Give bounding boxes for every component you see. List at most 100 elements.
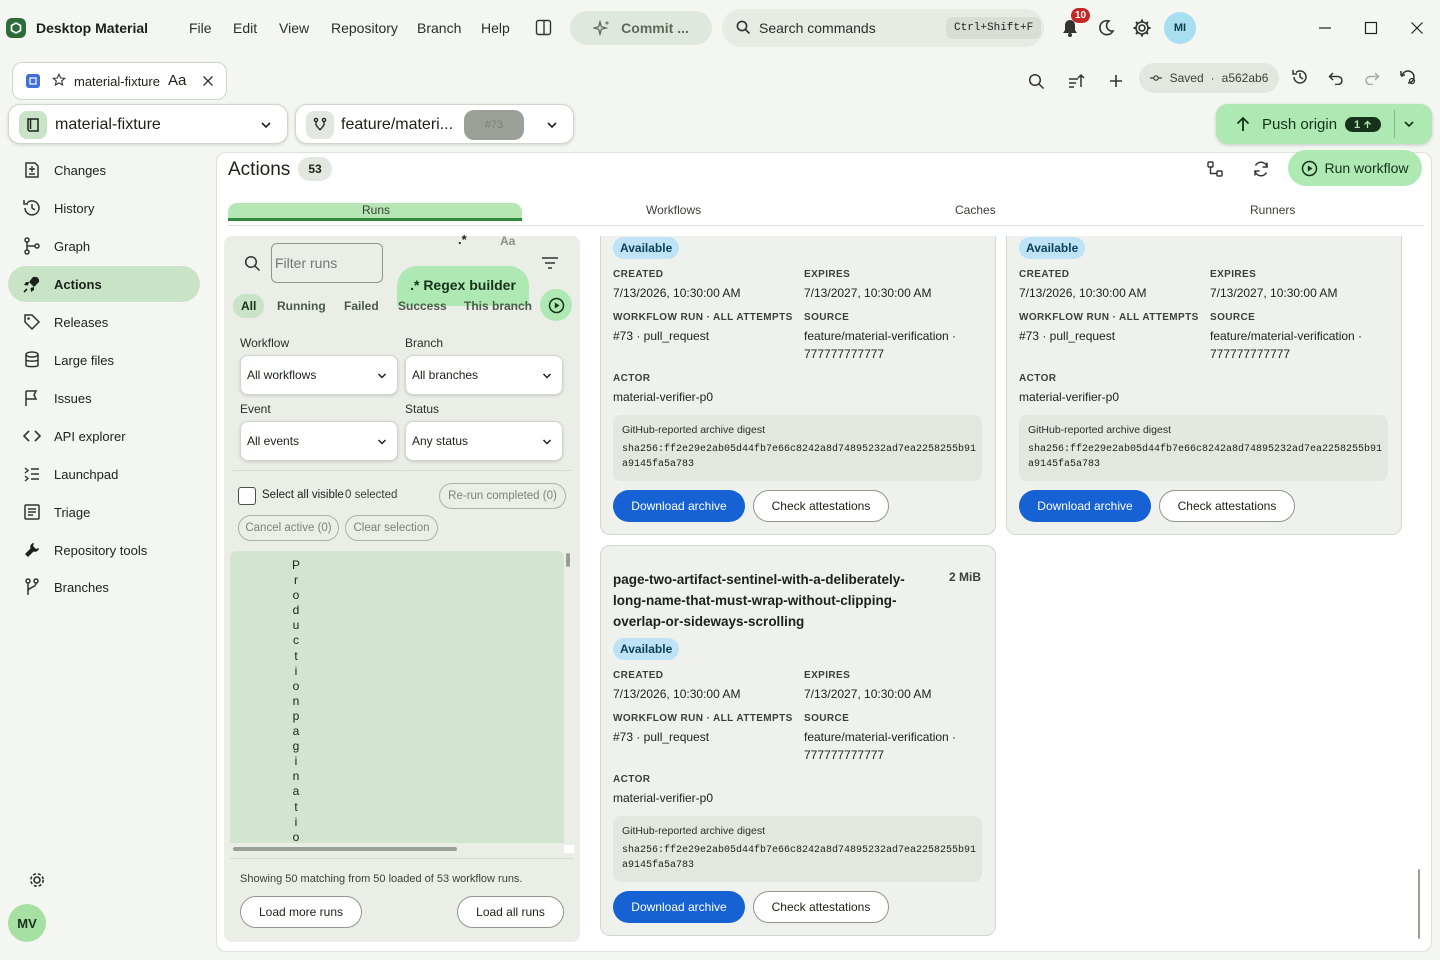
- sidebar-item-launchpad[interactable]: Launchpad: [8, 456, 200, 492]
- horizontal-scrollbar[interactable]: [233, 847, 457, 851]
- settings-icon[interactable]: [26, 869, 48, 891]
- sidebar-item-releases[interactable]: Releases: [8, 304, 200, 340]
- push-origin-button[interactable]: Push origin 1: [1216, 104, 1432, 144]
- workflow-graph-icon[interactable]: [1205, 159, 1225, 179]
- run-workflow-button[interactable]: Run workflow: [1288, 150, 1422, 186]
- event-select[interactable]: All events: [240, 421, 398, 461]
- undo-icon[interactable]: [1326, 67, 1346, 87]
- menu-view[interactable]: View: [279, 20, 309, 36]
- filter-icon[interactable]: [541, 255, 559, 271]
- find-icon[interactable]: [1026, 71, 1046, 91]
- actor-label: ACTOR: [613, 373, 651, 384]
- run-list-item[interactable]: Productionpaginatio: [230, 551, 564, 843]
- sidebar-item-triage[interactable]: Triage: [8, 494, 200, 530]
- status-select[interactable]: Any status: [405, 421, 563, 461]
- add-icon[interactable]: [1106, 71, 1126, 91]
- menu-branch[interactable]: Branch: [417, 20, 461, 36]
- filter-runs-input[interactable]: [271, 243, 383, 283]
- rerun-completed-button[interactable]: Re-run completed (0): [439, 483, 566, 509]
- regex-toggle[interactable]: .*: [458, 232, 467, 247]
- sidebar-item-issues[interactable]: Issues: [8, 380, 200, 416]
- workflow-run-link[interactable]: #73 · pull_request: [613, 329, 709, 343]
- commit-button[interactable]: Commit ...: [570, 11, 712, 45]
- panel-toggle-icon[interactable]: [534, 18, 552, 36]
- commit-sha: a562ab6: [1221, 71, 1269, 85]
- created-label: CREATED: [613, 269, 664, 280]
- gear-icon[interactable]: [1131, 17, 1153, 39]
- tab-caches[interactable]: Caches: [955, 203, 996, 217]
- sidebar-item-repository-tools[interactable]: Repository tools: [8, 532, 200, 568]
- font-case-label[interactable]: Aa: [168, 72, 186, 89]
- sidebar-item-graph[interactable]: Graph: [8, 228, 200, 264]
- check-attestations-button[interactable]: Check attestations: [1159, 490, 1295, 522]
- repository-selector[interactable]: material-fixture: [8, 104, 288, 144]
- menu-repository[interactable]: Repository: [331, 20, 398, 36]
- close-icon[interactable]: [1408, 19, 1426, 37]
- sidebar-item-label: Launchpad: [54, 466, 119, 482]
- download-archive-button[interactable]: Download archive: [613, 891, 745, 923]
- tab-runs[interactable]: Runs: [362, 203, 390, 217]
- sidebar-item-changes[interactable]: Changes: [8, 152, 200, 188]
- chip-failed[interactable]: Failed: [336, 294, 387, 318]
- chip-all[interactable]: All: [233, 294, 265, 318]
- divider: [1394, 110, 1395, 138]
- workflow-run-link[interactable]: #73 · pull_request: [1019, 329, 1115, 343]
- workflow-run-link[interactable]: #73 · pull_request: [613, 730, 709, 744]
- run-filter-button[interactable]: [540, 289, 572, 321]
- sidebar-item-branches[interactable]: Branches: [8, 569, 200, 605]
- graph-icon: [22, 236, 42, 256]
- moon-icon[interactable]: [1095, 17, 1117, 39]
- saved-label: Saved: [1169, 71, 1204, 85]
- refresh-icon[interactable]: [1251, 159, 1271, 179]
- chip-running[interactable]: Running: [269, 294, 334, 318]
- workflow-value: All workflows: [247, 368, 317, 382]
- content-scrollbar[interactable]: [1418, 869, 1420, 939]
- scroll-clip: [600, 226, 1402, 236]
- file-tab[interactable]: material-fixture Aa: [12, 62, 227, 100]
- arrow-up-small-icon: [1364, 120, 1372, 128]
- clear-selection-button[interactable]: Clear selection: [345, 515, 438, 541]
- maximize-icon[interactable]: [1362, 19, 1380, 37]
- menu-file[interactable]: File: [189, 20, 212, 36]
- chip-this-branch[interactable]: This branch: [456, 294, 540, 318]
- redo-icon[interactable]: [1362, 67, 1382, 87]
- account-avatar[interactable]: MV: [8, 904, 46, 942]
- tab-runners[interactable]: Runners: [1250, 203, 1295, 217]
- star-icon[interactable]: [52, 73, 66, 87]
- branch-icon: [22, 577, 42, 597]
- branch-selector[interactable]: feature/materi... #73: [295, 104, 574, 144]
- check-attestations-button[interactable]: Check attestations: [753, 490, 889, 522]
- settings-history-icon[interactable]: [1398, 67, 1418, 87]
- menu-help[interactable]: Help: [481, 20, 510, 36]
- vertical-scrollbar[interactable]: [566, 553, 570, 567]
- digest-line-1: sha256:ff2e29e2ab05d44fb7e66c8242a8d7489…: [622, 444, 977, 455]
- menu-edit[interactable]: Edit: [233, 20, 257, 36]
- check-attestations-button[interactable]: Check attestations: [753, 891, 889, 923]
- match-case-toggle[interactable]: Aa: [500, 234, 515, 248]
- run-title-char: n: [292, 693, 300, 708]
- created-value: 7/13/2026, 10:30:00 AM: [613, 687, 741, 701]
- minimize-icon[interactable]: [1316, 19, 1334, 37]
- select-all-checkbox[interactable]: [238, 487, 256, 505]
- search-placeholder: Search commands: [759, 20, 876, 36]
- chevron-down-icon[interactable]: [1402, 117, 1416, 131]
- tab-close-icon[interactable]: [202, 75, 214, 87]
- sidebar-item-actions[interactable]: Actions: [8, 266, 200, 302]
- sort-icon[interactable]: [1066, 71, 1086, 91]
- download-archive-button[interactable]: Download archive: [613, 490, 745, 522]
- user-avatar[interactable]: MI: [1164, 12, 1196, 44]
- history-clock-icon[interactable]: [1290, 67, 1310, 87]
- download-archive-button[interactable]: Download archive: [1019, 490, 1151, 522]
- tab-workflows[interactable]: Workflows: [646, 203, 701, 217]
- workflow-select[interactable]: All workflows: [240, 355, 398, 395]
- branch-select[interactable]: All branches: [405, 355, 563, 395]
- load-more-button[interactable]: Load more runs: [240, 896, 362, 928]
- sidebar-item-history[interactable]: History: [8, 190, 200, 226]
- divider: [232, 470, 572, 471]
- load-all-button[interactable]: Load all runs: [457, 896, 564, 928]
- push-count: 1: [1353, 118, 1361, 131]
- sidebar-item-api-explorer[interactable]: API explorer: [8, 418, 200, 454]
- cancel-active-button[interactable]: Cancel active (0): [238, 515, 339, 541]
- chip-success[interactable]: Success: [390, 294, 455, 318]
- sidebar-item-large-files[interactable]: Large files: [8, 342, 200, 378]
